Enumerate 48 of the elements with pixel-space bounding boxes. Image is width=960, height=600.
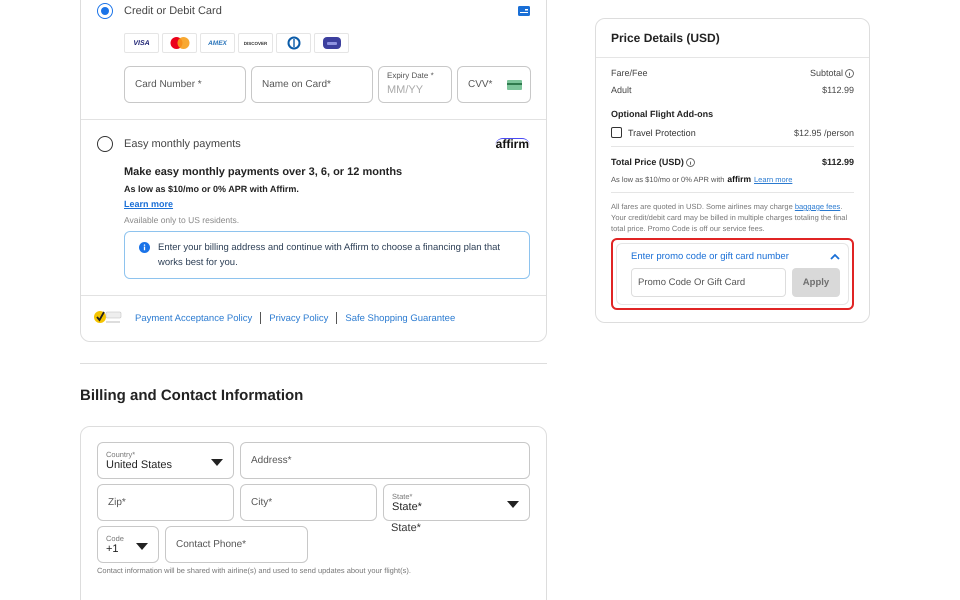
addon-label: Travel Protection: [628, 128, 696, 138]
affirm-logo: affirm: [727, 174, 752, 184]
affirm-offer: As low as $10/mo or 0% APR with Affirm.: [124, 184, 300, 194]
column-label: Fare/Fee: [611, 68, 648, 78]
policy-link[interactable]: Payment Acceptance Policy: [135, 312, 252, 324]
affirm-logo: affirm: [494, 138, 530, 150]
affirm-heading: Make easy monthly payments over 3, 6, or 12 months: [124, 166, 404, 178]
learn-more-link[interactable]: Learn more: [124, 199, 174, 209]
text-field[interactable]: Address*: [240, 442, 530, 479]
caret-icon: [507, 501, 519, 508]
caret-icon: [136, 543, 148, 550]
total-label: Total Price (USD): [611, 157, 684, 167]
card-logo: [162, 33, 197, 53]
card-field[interactable]: Card Number *: [124, 66, 246, 103]
price-title: Price Details (USD): [596, 19, 869, 58]
card-field[interactable]: Name on Card*: [251, 66, 373, 103]
policy-link[interactable]: Privacy Policy: [269, 312, 328, 324]
policy-link[interactable]: Safe Shopping Guarantee: [345, 312, 456, 324]
checkbox[interactable]: [611, 127, 622, 138]
card-logo: [314, 33, 349, 53]
fare-label: Adult: [611, 85, 632, 95]
radio-button[interactable]: [97, 136, 113, 152]
total-amount: $112.99: [822, 157, 854, 167]
promo-code-field[interactable]: Promo Code Or Gift Card: [631, 268, 786, 297]
addons-title: Optional Flight Add-ons: [611, 109, 714, 119]
radio-button[interactable]: [97, 3, 113, 19]
card-icon: [507, 80, 522, 90]
payment-method-label: Easy monthly payments: [124, 138, 241, 150]
select-option-text: State*: [391, 522, 421, 534]
payment-method-label: Credit or Debit Card: [124, 5, 222, 17]
caret-icon: [211, 459, 223, 466]
section-title: Billing and Contact Information: [80, 387, 304, 404]
field-label: Expiry Date *: [387, 71, 434, 80]
card-logo: [276, 33, 311, 53]
cvv-field[interactable]: CVV*: [457, 66, 531, 103]
column-label: Subtotal: [810, 68, 843, 78]
credit-card-icon: [518, 6, 530, 16]
chevron-icon[interactable]: [830, 253, 840, 260]
info-text: Enter your billing address and continue with Affirm to choose a financing plan that works best for you.: [158, 241, 502, 270]
info-icon: [686, 158, 695, 166]
addon-price: $12.95 /person: [794, 128, 854, 138]
info-icon: [139, 242, 150, 253]
fare-amount: $112.99: [822, 85, 854, 95]
info-icon: [845, 68, 854, 78]
text-field[interactable]: Contact Phone*: [165, 526, 308, 563]
text-field[interactable]: City*: [240, 484, 377, 521]
text-field[interactable]: Zip*: [97, 484, 234, 521]
residency-note: Available only to US residents.: [124, 215, 240, 225]
